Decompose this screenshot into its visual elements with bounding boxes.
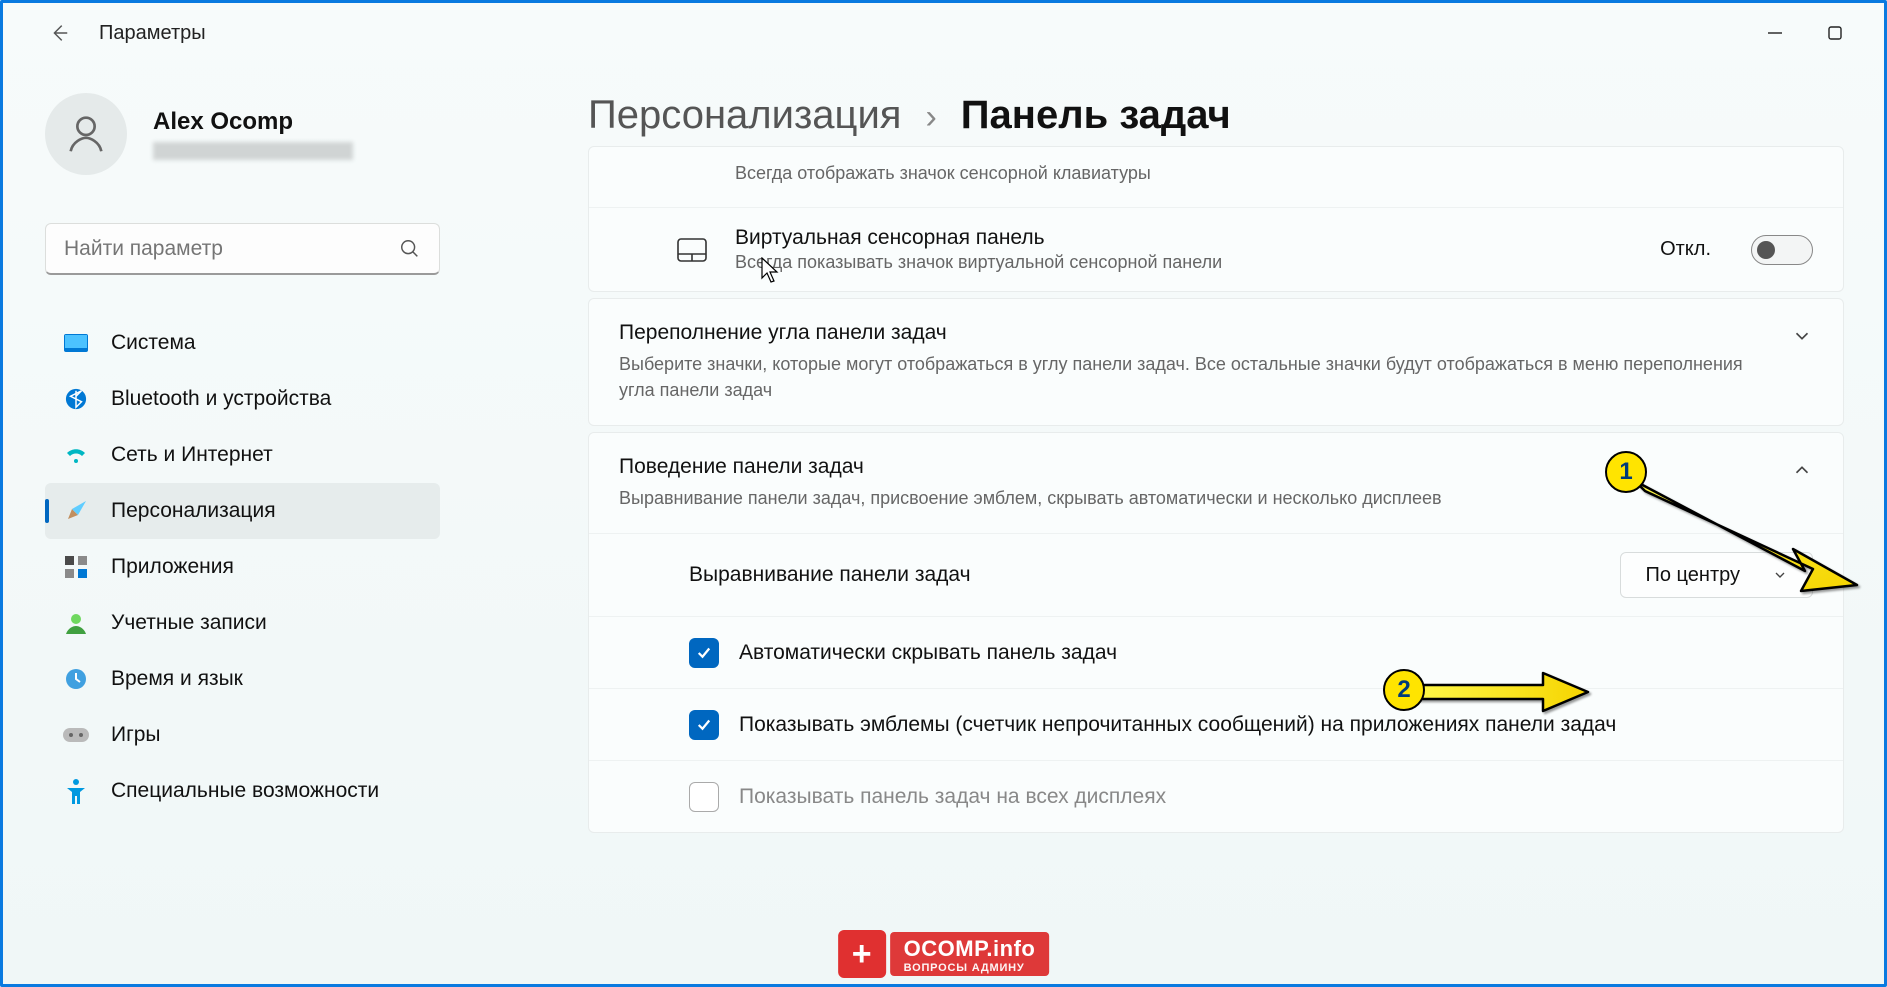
watermark-line1: OCOMP.info [904, 936, 1036, 962]
chevron-down-icon [1791, 325, 1813, 347]
expander-title: Переполнение угла панели задач [619, 321, 1771, 345]
expander-subtitle: Выберите значки, которые могут отображат… [619, 351, 1771, 403]
maximize-button[interactable] [1824, 22, 1846, 44]
row-subtitle: Всегда показывать значок виртуальной сен… [735, 252, 1634, 273]
nav-list: Система Bluetooth и устройства Сеть и Ин… [45, 315, 440, 819]
user-block[interactable]: Alex Ocomp [45, 93, 440, 175]
titlebar: Параметры [3, 3, 1884, 63]
nav-label: Bluetooth и устройства [111, 387, 331, 411]
chevron-down-icon [1772, 567, 1788, 583]
watermark: + OCOMP.info ВОПРОСЫ АДМИНУ [838, 930, 1050, 978]
nav-label: Система [111, 331, 196, 355]
nav-gaming[interactable]: Игры [45, 707, 440, 763]
nav-accessibility[interactable]: Специальные возможности [45, 763, 440, 819]
expander-behavior: Поведение панели задач Выравнивание пане… [588, 432, 1844, 833]
alignment-label: Выравнивание панели задач [689, 563, 1600, 587]
window-controls [1764, 22, 1874, 44]
back-button[interactable] [41, 15, 77, 51]
row-touch-keyboard[interactable]: Всегда отображать значок сенсорной клави… [589, 147, 1843, 207]
row-alignment: Выравнивание панели задач По центру [589, 533, 1843, 616]
bluetooth-icon [63, 386, 89, 412]
watermark-line2: ВОПРОСЫ АДМИНУ [904, 962, 1036, 974]
row-title: Виртуальная сенсорная панель [735, 226, 1634, 250]
window-title: Параметры [99, 22, 206, 45]
checkbox-show-badges[interactable] [689, 710, 719, 740]
dropdown-value: По центру [1645, 564, 1740, 587]
checkbox-auto-hide[interactable] [689, 638, 719, 668]
nav-label: Время и язык [111, 667, 243, 691]
toggle-state-label: Откл. [1660, 238, 1711, 261]
minimize-button[interactable] [1764, 22, 1786, 44]
gamepad-icon [63, 722, 89, 748]
expander-overflow[interactable]: Переполнение угла панели задач Выберите … [588, 298, 1844, 426]
breadcrumb-separator: › [925, 98, 936, 137]
account-icon [63, 610, 89, 636]
nav-network[interactable]: Сеть и Интернет [45, 427, 440, 483]
checkbox-all-displays[interactable] [689, 782, 719, 812]
row-subtitle: Всегда отображать значок сенсорной клави… [735, 163, 1813, 184]
nav-label: Игры [111, 723, 161, 747]
alignment-dropdown[interactable]: По центру [1620, 552, 1813, 598]
checkbox-label: Показывать эмблемы (счетчик непрочитанны… [739, 713, 1813, 737]
nav-accounts[interactable]: Учетные записи [45, 595, 440, 651]
breadcrumb-current: Панель задач [961, 93, 1231, 138]
brush-icon [63, 498, 89, 524]
nav-label: Сеть и Интернет [111, 443, 273, 467]
nav-label: Приложения [111, 555, 234, 579]
nav-system[interactable]: Система [45, 315, 440, 371]
row-all-displays[interactable]: Показывать панель задач на всех дисплеях [589, 760, 1843, 832]
row-auto-hide[interactable]: Автоматически скрывать панель задач [589, 616, 1843, 688]
expander-behavior-header[interactable]: Поведение панели задач Выравнивание пане… [589, 433, 1843, 533]
clock-icon [63, 666, 89, 692]
nav-time[interactable]: Время и язык [45, 651, 440, 707]
user-email-blurred [153, 142, 353, 160]
avatar [45, 93, 127, 175]
search-input[interactable] [64, 237, 399, 261]
card-taskbar-corner-icons: Всегда отображать значок сенсорной клави… [588, 146, 1844, 292]
search-icon [399, 238, 421, 260]
row-virtual-touchpad[interactable]: Виртуальная сенсорная панель Всегда пока… [589, 207, 1843, 291]
breadcrumb-parent[interactable]: Персонализация [588, 93, 901, 138]
checkbox-label: Показывать панель задач на всех дисплеях [739, 785, 1813, 809]
watermark-plus-icon: + [838, 930, 886, 978]
expander-subtitle: Выравнивание панели задач, присвоение эм… [619, 485, 1771, 511]
apps-icon [63, 554, 89, 580]
nav-label: Специальные возможности [111, 779, 379, 803]
chevron-up-icon [1791, 459, 1813, 481]
checkbox-label: Автоматически скрывать панель задач [739, 641, 1813, 665]
row-show-badges[interactable]: Показывать эмблемы (счетчик непрочитанны… [589, 688, 1843, 760]
user-name: Alex Ocomp [153, 108, 353, 136]
nav-apps[interactable]: Приложения [45, 539, 440, 595]
wifi-icon [63, 442, 89, 468]
system-icon [63, 330, 89, 356]
accessibility-icon [63, 778, 89, 804]
search-box[interactable] [45, 223, 440, 275]
expander-title: Поведение панели задач [619, 455, 1771, 479]
settings-window: Параметры Alex Ocomp [0, 0, 1887, 987]
breadcrumb: Персонализация › Панель задач [588, 93, 1844, 138]
touchpad-icon [675, 233, 709, 267]
nav-label: Персонализация [111, 499, 276, 523]
nav-personalization[interactable]: Персонализация [45, 483, 440, 539]
main-content: Персонализация › Панель задач Всегда ото… [468, 63, 1884, 984]
nav-label: Учетные записи [111, 611, 267, 635]
nav-bluetooth[interactable]: Bluetooth и устройства [45, 371, 440, 427]
toggle-virtual-touchpad[interactable] [1751, 235, 1813, 265]
sidebar: Alex Ocomp Система Bluetooth и устройств… [3, 63, 468, 984]
